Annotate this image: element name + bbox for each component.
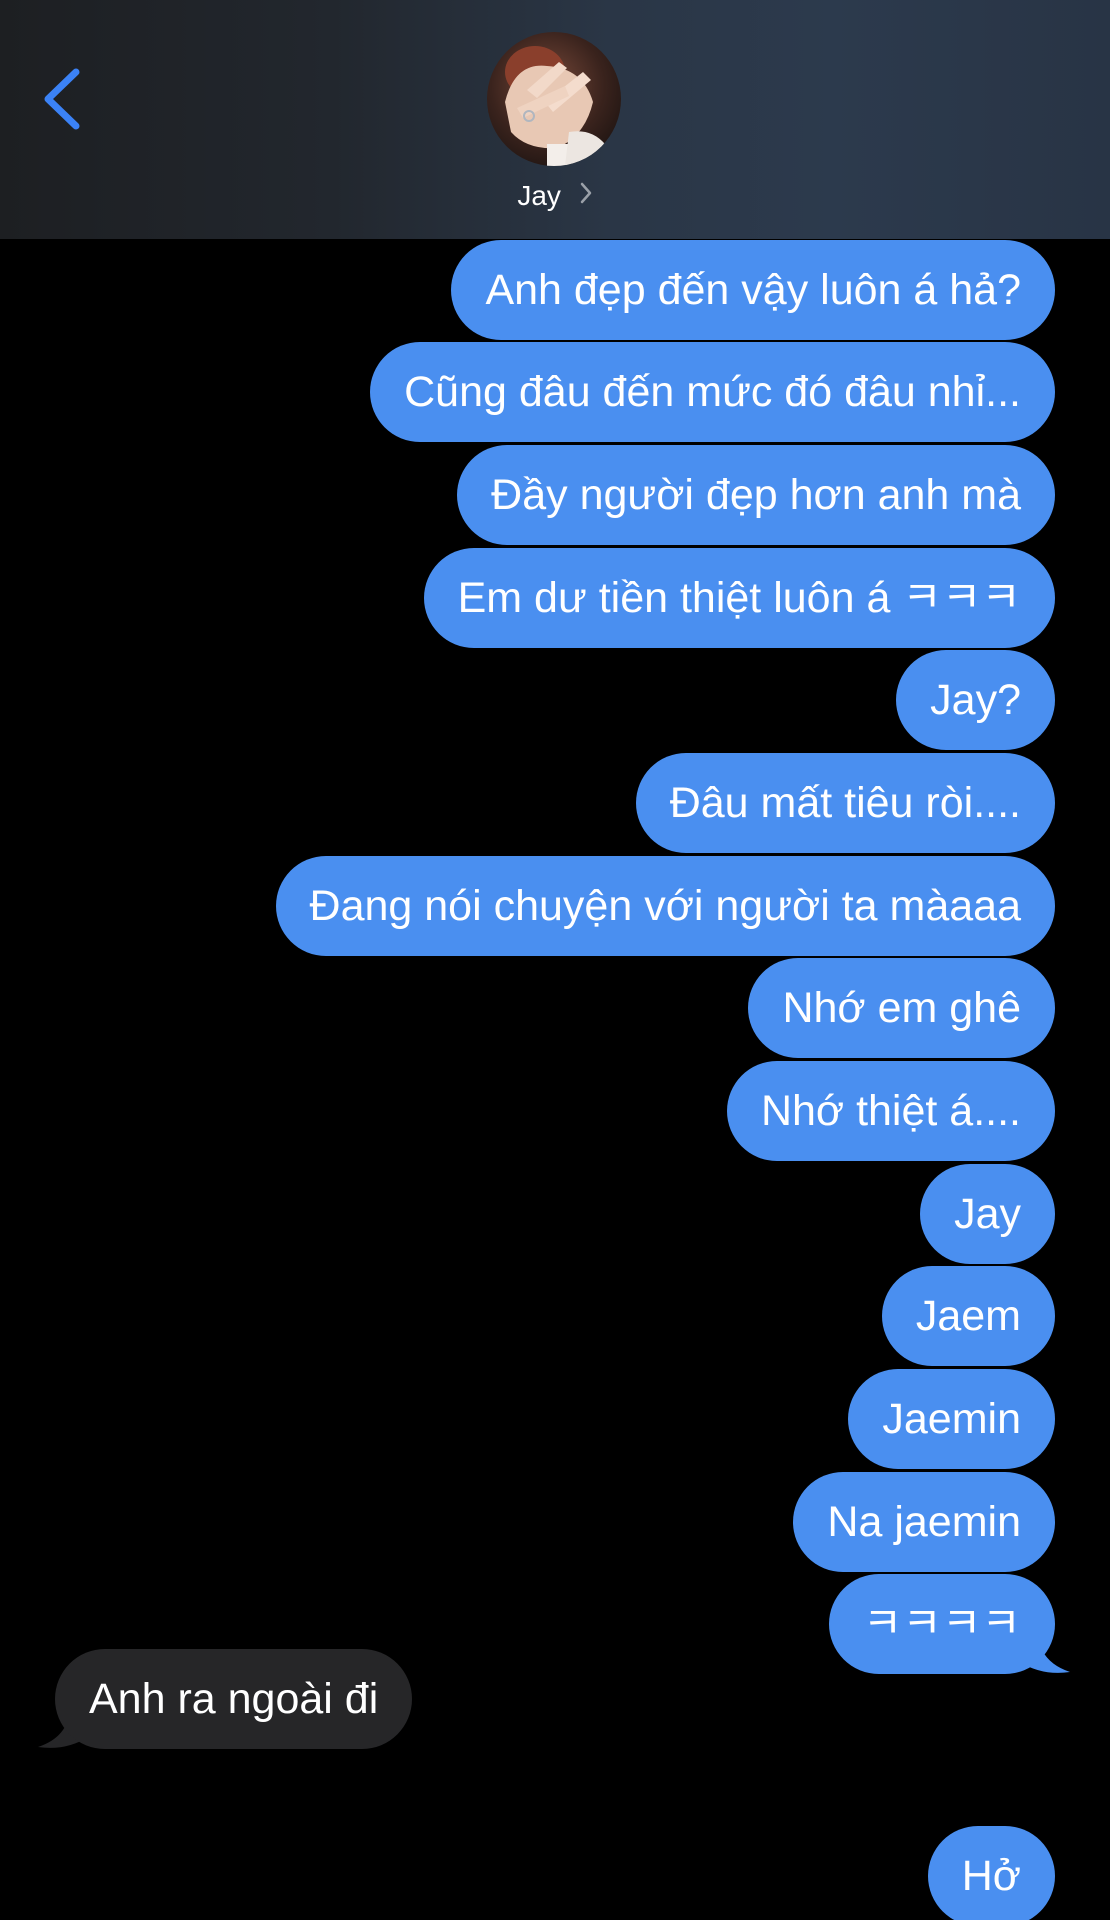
contact-name-button[interactable]: Jay bbox=[0, 176, 1110, 218]
sent-bubble-tail bbox=[1020, 1634, 1070, 1673]
message-bubble-sent[interactable]: Na jaemin bbox=[793, 1472, 1055, 1572]
contact-avatar[interactable] bbox=[487, 32, 621, 166]
contact-name: Jay bbox=[517, 180, 561, 211]
message-bubble-sent[interactable]: Hở bbox=[927, 1826, 1055, 1920]
message-bubble-sent[interactable]: Đâu mất tiêu ròi.... bbox=[635, 753, 1055, 853]
message-bubble-sent[interactable]: Nhớ em ghê bbox=[748, 958, 1055, 1058]
message-bubble-sent[interactable]: Jaemin bbox=[848, 1369, 1055, 1469]
message-bubble-received[interactable]: Anh ra ngoài đi bbox=[55, 1649, 413, 1749]
chevron-right-icon bbox=[579, 176, 593, 216]
message-bubble-sent[interactable]: Đang nói chuyện với người ta màaaa bbox=[275, 856, 1055, 956]
message-bubble-sent[interactable]: Jay? bbox=[896, 650, 1055, 750]
message-bubble-sent[interactable]: Cũng đâu đến mức đó đâu nhỉ... bbox=[370, 342, 1055, 442]
message-thread[interactable]: Anh đẹp đến vậy luôn á hả? Cũng đâu đến … bbox=[0, 239, 1110, 1920]
message-bubble-sent[interactable]: Jay bbox=[920, 1164, 1055, 1264]
message-bubble-sent[interactable]: Nhớ thiệt á.... bbox=[726, 1061, 1055, 1161]
contact-photo bbox=[487, 32, 621, 166]
message-bubble-sent[interactable]: Đầy người đẹp hơn anh mà bbox=[457, 445, 1055, 545]
message-bubble-sent[interactable]: Em dư tiền thiệt luôn á ㅋㅋㅋ bbox=[423, 548, 1055, 648]
message-bubble-sent[interactable]: Jaem bbox=[881, 1266, 1055, 1366]
message-bubble-sent[interactable]: Anh đẹp đến vậy luôn á hả? bbox=[451, 240, 1055, 340]
back-button[interactable] bbox=[38, 64, 88, 134]
chevron-left-icon bbox=[44, 68, 80, 130]
conversation-header: Jay bbox=[0, 0, 1110, 239]
